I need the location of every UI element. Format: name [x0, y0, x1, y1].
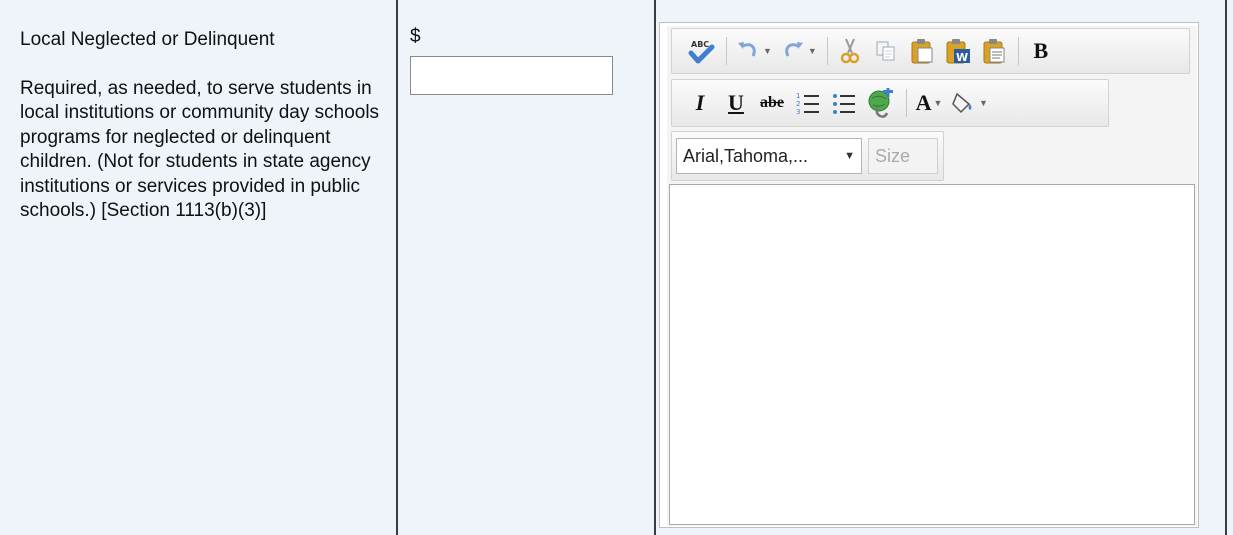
redo-icon[interactable]: ▼ [780, 35, 817, 67]
column-divider [654, 0, 656, 535]
toolbar-separator [906, 89, 907, 117]
italic-label: I [695, 90, 705, 115]
text-color-button[interactable]: A ▼ [915, 87, 943, 119]
underline-button[interactable]: U [722, 87, 750, 119]
toolbar-separator [726, 37, 727, 65]
text-color-label: A [915, 90, 932, 115]
copy-icon[interactable] [872, 35, 900, 67]
font-size-placeholder: Size [875, 145, 911, 166]
strikethrough-button[interactable]: abe [758, 87, 786, 119]
bold-label: B [1033, 38, 1049, 63]
row-title: Local Neglected or Delinquent [20, 29, 275, 50]
row-description-cell: Local Neglected or Delinquent Required, … [20, 28, 380, 224]
editor-toolbar-row-3: Arial,Tahoma,... ▼ Size [671, 131, 944, 181]
svg-text:1: 1 [796, 92, 800, 100]
strikethrough-label: abe [760, 94, 784, 111]
background-color-icon[interactable]: ▼ [951, 87, 988, 119]
underline-label: U [728, 90, 744, 115]
chevron-down-icon: ▼ [763, 46, 772, 56]
svg-text:3: 3 [796, 108, 800, 116]
editor-toolbar-row-2: I U abe 123 A ▼ ▼ [671, 79, 1109, 127]
chevron-down-icon: ▼ [979, 98, 988, 108]
column-divider [396, 0, 398, 535]
cut-icon[interactable] [836, 35, 864, 67]
chevron-down-icon: ▼ [807, 46, 817, 56]
font-size-select[interactable]: Size [868, 138, 938, 174]
undo-icon[interactable]: ▼ [735, 35, 772, 67]
column-divider [1225, 0, 1227, 535]
chevron-down-icon: ▼ [844, 150, 855, 162]
chevron-down-icon: ▼ [933, 98, 943, 108]
numbered-list-icon[interactable]: 123 [794, 87, 822, 119]
paste-icon[interactable] [908, 35, 936, 67]
row-description: Required, as needed, to serve students i… [20, 77, 380, 222]
toolbar-separator [826, 37, 828, 65]
link-icon[interactable] [866, 87, 896, 119]
amount-input[interactable] [410, 56, 613, 95]
editor-content-area[interactable] [669, 184, 1195, 525]
paste-word-icon[interactable] [980, 35, 1008, 67]
italic-button[interactable]: I [686, 87, 714, 119]
toolbar-separator [1017, 37, 1019, 65]
bold-button[interactable]: B [1027, 35, 1055, 67]
svg-text:2: 2 [796, 100, 800, 108]
spellcheck-icon[interactable]: ABC [686, 35, 716, 67]
svg-text:ABC: ABC [691, 40, 709, 49]
editor-toolbar-row-1: ABC ▼ ▼ W B [671, 28, 1190, 74]
bulleted-list-icon[interactable] [830, 87, 858, 119]
currency-label: $ [410, 26, 421, 47]
svg-text:W: W [956, 51, 968, 64]
font-family-value: Arial,Tahoma,... [683, 145, 809, 166]
paste-text-icon[interactable]: W [944, 35, 972, 67]
font-family-select[interactable]: Arial,Tahoma,... ▼ [676, 138, 862, 174]
